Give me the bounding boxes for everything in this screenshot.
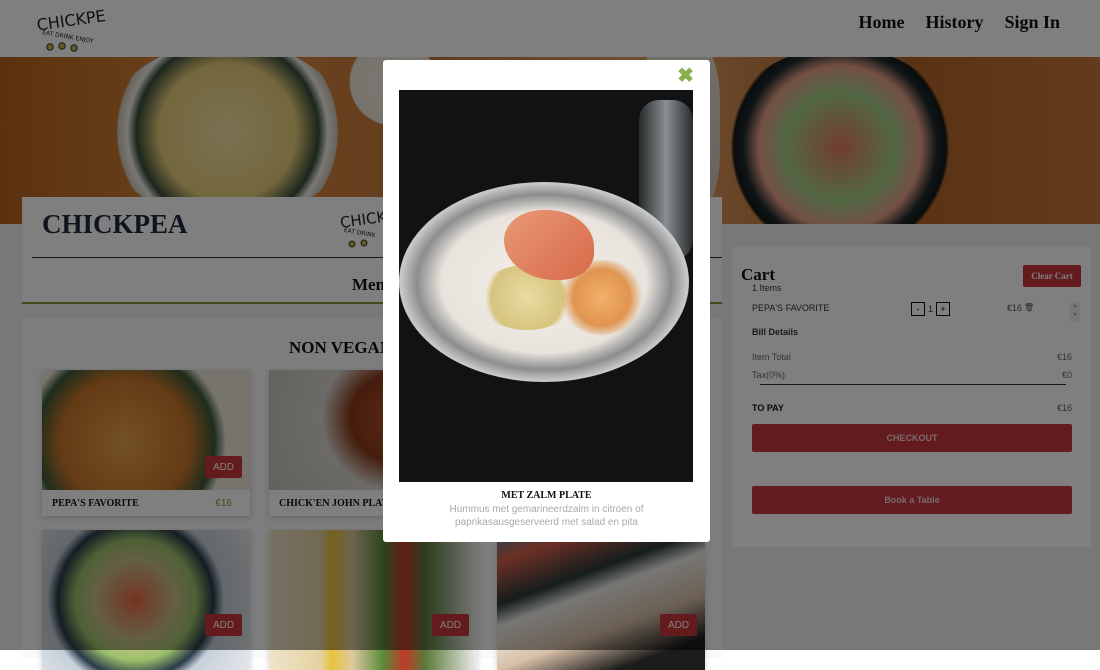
dish-detail-modal: ✖ MET ZALM PLATE Hummus met gemarineerdz…: [383, 60, 710, 542]
dish-image: [399, 90, 693, 482]
dish-title: MET ZALM PLATE: [501, 490, 592, 501]
dish-description: Hummus met gemarineerdzalm in citroen of…: [449, 504, 644, 528]
close-icon[interactable]: ✖: [677, 66, 694, 86]
